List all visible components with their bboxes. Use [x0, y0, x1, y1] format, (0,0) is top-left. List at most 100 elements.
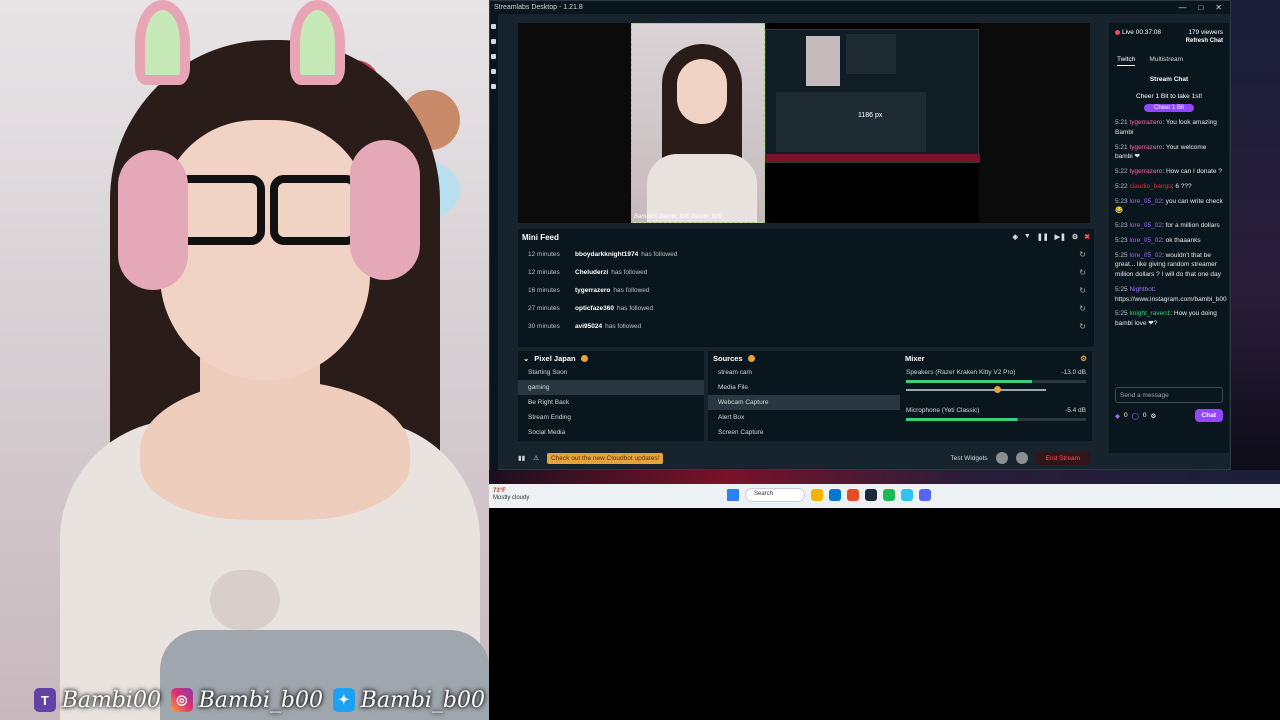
preview-face — [677, 59, 727, 124]
event-action: has followed — [611, 268, 648, 276]
chat-message: 5:23 lore_05_02: for a million dollars — [1115, 221, 1223, 231]
source-item[interactable]: stream cam — [708, 365, 902, 380]
mixer-channel: Speakers (Razer Kraken Kitty V2 Pro) -13… — [900, 365, 1092, 395]
preview-screen-capture[interactable] — [765, 29, 980, 163]
start-menu-icon[interactable] — [727, 489, 739, 501]
skip-icon[interactable]: ▶❚ — [1055, 233, 1066, 241]
chat-message: 5:21 tygerrazero: Your welcome bambi ❤ — [1115, 143, 1223, 163]
volume-slider[interactable] — [906, 386, 1046, 393]
chat-input[interactable]: Send a message — [1115, 387, 1223, 403]
message-user[interactable]: lore_05_02 — [1129, 198, 1162, 205]
chrome-icon[interactable] — [847, 489, 859, 501]
preview-webcam-source[interactable]: Bambi00 Bambi_b00 Bambi_b00 — [631, 23, 765, 223]
repeat-alert-icon[interactable]: ↻ — [1079, 322, 1086, 331]
settings-nav-icon[interactable] — [491, 84, 496, 89]
event-action: has followed — [617, 304, 654, 312]
mixer-channel: Microphone (Yeti Classic) -5.4 dB — [900, 403, 1092, 425]
nested-cam — [806, 36, 840, 86]
message-time: 5:22 — [1115, 168, 1130, 175]
end-stream-button[interactable]: End Stream — [1035, 451, 1090, 465]
spotify-icon[interactable] — [883, 489, 895, 501]
source-item[interactable]: Screen Capture — [708, 425, 902, 440]
twitch-handle: Bambi00 — [61, 687, 161, 713]
repeat-alert-icon[interactable]: ↻ — [1079, 304, 1086, 313]
chat-send-button[interactable]: Chat — [1194, 409, 1223, 422]
file-explorer-icon[interactable] — [811, 489, 823, 501]
sources-panel: Sources stream cam Media File Webcam Captu… — [708, 351, 902, 441]
minimize-icon[interactable]: — — [1178, 3, 1186, 12]
source-item[interactable]: Alert Box — [708, 410, 902, 425]
repeat-alert-icon[interactable]: ↻ — [1079, 268, 1086, 277]
taskbar-search[interactable]: Search — [745, 488, 805, 502]
filter-icon[interactable]: ▼ — [1024, 233, 1031, 241]
message-user[interactable]: Nightbot — [1129, 286, 1153, 293]
mute-icon[interactable]: ✖ — [1084, 233, 1090, 241]
add-source-icon[interactable] — [747, 354, 755, 362]
message-user[interactable]: lore_05_02 — [1129, 237, 1162, 244]
scene-item[interactable]: Social Media — [518, 425, 704, 440]
streamlabs-icon[interactable] — [901, 489, 913, 501]
pause-icon[interactable]: ❚❚ — [1037, 233, 1049, 241]
bits-count: 0 — [1124, 412, 1128, 419]
performance-icon[interactable]: ▮▮ — [518, 454, 525, 462]
repeat-alert-icon[interactable]: ↻ — [1079, 286, 1086, 295]
source-item[interactable]: Webcam Capture — [708, 395, 902, 410]
store-nav-icon[interactable] — [491, 54, 496, 59]
message-time: 5:21 — [1115, 119, 1130, 126]
nav-sidebar — [490, 14, 498, 471]
message-time: 5:21 — [1115, 143, 1130, 151]
cheer-button[interactable]: Cheer 1 Bit — [1144, 104, 1194, 112]
message-user[interactable]: tygerrazero — [1129, 144, 1162, 151]
settings-icon[interactable]: ⚙ — [1072, 233, 1078, 241]
scene-item[interactable]: gaming — [518, 380, 704, 395]
mini-feed: Mini Feed ◈ ▼ ❚❚ ▶❚ ⚙ ✖ 12 minutes bboyda… — [518, 229, 1094, 347]
scene-item[interactable]: Stream Ending — [518, 410, 704, 425]
message-user[interactable]: claudio_bango — [1129, 183, 1171, 190]
event-user[interactable]: avi95024 — [575, 323, 602, 330]
live-status: Live 00:37:08 — [1115, 29, 1161, 36]
test-widgets-button[interactable]: Test Widgets — [950, 455, 987, 462]
close-icon[interactable]: ✕ — [1215, 3, 1222, 12]
edge-icon[interactable] — [829, 489, 841, 501]
chat-settings-icon[interactable]: ⚙ — [1151, 412, 1157, 420]
app-title: Streamlabs Desktop - 1.21.8 — [494, 4, 583, 11]
replay-buffer-button[interactable] — [1015, 452, 1028, 464]
apps-nav-icon[interactable] — [491, 69, 496, 74]
event-user[interactable]: Cheluderzi — [575, 269, 608, 276]
streamlabs-window: Streamlabs Desktop - 1.21.8 — □ ✕ Bambi0… — [489, 0, 1231, 471]
discord-icon[interactable] — [919, 489, 931, 501]
chat-messages: 5:21 tygerrazero: You look amazing Bambi… — [1109, 116, 1229, 381]
repeat-alert-icon[interactable]: ↻ — [1079, 250, 1086, 259]
scene-collection-title[interactable]: Pixel Japan — [534, 354, 575, 363]
weather-widget[interactable]: 73°F Mostly cloudy — [493, 488, 529, 502]
editor-nav-icon[interactable] — [491, 24, 496, 29]
event-user[interactable]: bboydarkknight1974 — [575, 251, 638, 258]
chevron-down-icon[interactable]: ⌄ — [523, 354, 529, 363]
stream-preview[interactable]: Bambi00 Bambi_b00 Bambi_b00 1186 px — [518, 23, 1090, 223]
message-user[interactable]: knight_raven1 — [1129, 310, 1170, 317]
steam-icon[interactable] — [865, 489, 877, 501]
themes-nav-icon[interactable] — [491, 39, 496, 44]
shield-icon[interactable]: ◈ — [1013, 233, 1018, 241]
event-user[interactable]: tygerrazero — [575, 287, 610, 294]
message-user[interactable]: lore_05_02 — [1129, 252, 1162, 259]
add-scene-icon[interactable] — [580, 354, 588, 362]
tab-multistream[interactable]: Multistream — [1149, 56, 1183, 66]
twitch-icon: T — [34, 688, 56, 712]
message-user[interactable]: lore_05_02 — [1129, 222, 1162, 229]
gear-icon[interactable]: ⚙ — [1080, 354, 1087, 363]
volume-knob[interactable] — [994, 386, 1001, 393]
message-user[interactable]: tygerrazero — [1129, 168, 1162, 175]
message-user[interactable]: tygerrazero — [1129, 119, 1162, 126]
alert-icon[interactable]: ⚠ — [533, 454, 539, 462]
scenes-panel: ⌄ Pixel Japan Starting Soon gaming Be Righ… — [518, 351, 704, 441]
record-button[interactable] — [995, 452, 1008, 464]
tab-twitch[interactable]: Twitch — [1117, 56, 1136, 66]
scene-item[interactable]: Starting Soon — [518, 365, 704, 380]
scene-item[interactable]: Be Right Back — [518, 395, 704, 410]
event-user[interactable]: opticfaze360 — [575, 305, 614, 312]
nested-panels — [776, 92, 926, 152]
maximize-icon[interactable]: □ — [1198, 3, 1203, 12]
source-item[interactable]: Media File — [708, 380, 902, 395]
cloudbot-notice[interactable]: Check out the new Cloudbot updates! — [546, 452, 664, 464]
